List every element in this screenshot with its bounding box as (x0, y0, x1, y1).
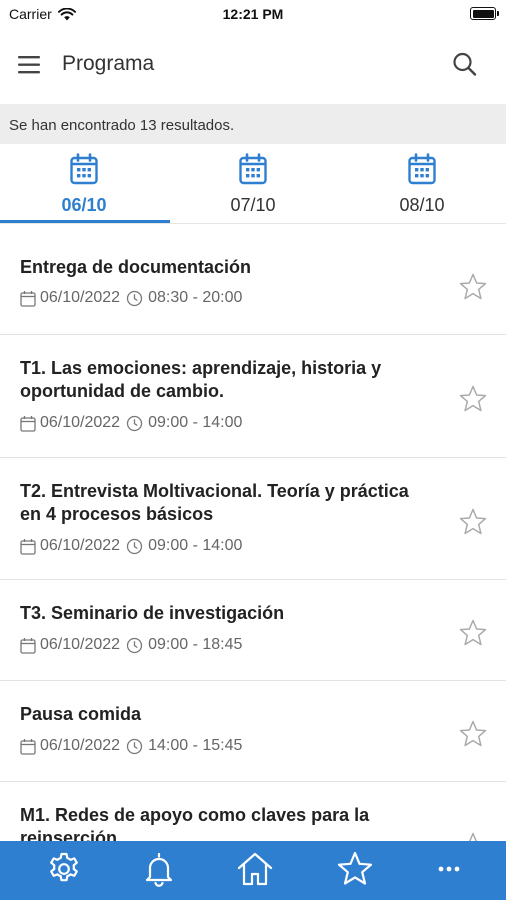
status-time: 12:21 PM (222, 6, 284, 22)
clock-icon (126, 290, 143, 306)
event-time: 09:00 - 14:00 (148, 414, 243, 431)
event-meta: 06/10/2022 08:30 - 20:00 (20, 289, 242, 307)
favorite-star-icon[interactable] (458, 272, 488, 302)
event-meta: 06/10/2022 09:00 - 14:00 (20, 537, 242, 555)
bell-icon (145, 852, 173, 887)
event-title: M1. Redes de apoyo como claves para la r… (20, 805, 370, 841)
event-title: T3. Seminario de investigación (20, 603, 285, 623)
clock-icon (126, 738, 143, 754)
search-icon (453, 52, 477, 76)
calendar-small-icon (20, 637, 36, 654)
favorites-button[interactable] (336, 850, 374, 888)
menu-icon (18, 56, 40, 74)
event-list: Entrega de documentación 06/10/2022 08:3… (0, 234, 506, 841)
gear-icon (50, 852, 78, 882)
event-meta: 06/10/2022 14:00 - 15:45 (20, 737, 242, 755)
settings-button[interactable] (45, 850, 83, 888)
event-meta: 06/10/2022 09:00 - 14:00 (20, 414, 242, 432)
calendar-icon (70, 153, 98, 185)
event-title: Pausa comida (20, 704, 142, 724)
tab-07-10[interactable]: 07/10 (169, 144, 337, 224)
favorite-star-icon[interactable] (458, 831, 488, 841)
calendar-icon (408, 153, 436, 185)
event-item[interactable]: T2. Entrevista Moltivacional. Teoría y p… (0, 458, 506, 580)
favorite-star-icon[interactable] (458, 719, 488, 749)
event-meta: 06/10/2022 09:00 - 18:45 (20, 636, 242, 654)
event-date: 06/10/2022 (40, 537, 121, 554)
favorite-star-icon[interactable] (458, 384, 488, 414)
tab-06-10[interactable]: 06/10 (0, 144, 168, 224)
event-date: 06/10/2022 (40, 414, 121, 431)
event-time: 08:30 - 20:00 (148, 289, 243, 306)
event-time: 09:00 - 14:00 (148, 537, 243, 554)
date-tabs: 06/10 07/10 08/10 (0, 144, 506, 224)
event-date: 06/10/2022 (40, 737, 121, 754)
more-icon (438, 866, 460, 872)
event-title: Entrega de documentación (20, 257, 252, 277)
event-item[interactable]: Entrega de documentación 06/10/2022 08:3… (0, 234, 506, 335)
results-bar: Se han encontrado 13 resultados. (0, 104, 506, 144)
calendar-small-icon (20, 415, 36, 432)
event-date: 06/10/2022 (40, 289, 121, 306)
more-button[interactable] (430, 850, 468, 888)
menu-button[interactable] (14, 50, 46, 80)
calendar-small-icon (20, 738, 36, 755)
event-item[interactable]: T3. Seminario de investigación 06/10/202… (0, 580, 506, 681)
page-title: Programa (62, 52, 155, 75)
calendar-small-icon (20, 290, 36, 307)
battery-icon (470, 7, 499, 20)
event-item[interactable]: M1. Redes de apoyo como claves para la r… (0, 782, 506, 841)
favorite-star-icon[interactable] (458, 618, 488, 648)
star-icon (337, 851, 373, 885)
status-bar: Carrier 12:21 PM (0, 0, 506, 28)
battery-level (472, 9, 494, 18)
results-count-text: Se han encontrado 13 resultados. (9, 117, 235, 134)
tab-label: 07/10 (230, 195, 276, 215)
calendar-icon (239, 153, 267, 185)
tab-label: 08/10 (399, 195, 445, 215)
tab-08-10[interactable]: 08/10 (338, 144, 506, 224)
clock-icon (126, 538, 143, 554)
calendar-small-icon (20, 538, 36, 555)
event-title: T2. Entrevista Moltivacional. Teoría y p… (20, 481, 409, 524)
active-tab-indicator (0, 220, 170, 223)
event-item[interactable]: T1. Las emociones: aprendizaje, historia… (0, 335, 506, 458)
clock-icon (126, 415, 143, 431)
app-header: Programa (0, 28, 506, 104)
home-icon (237, 852, 273, 886)
bottom-nav (0, 841, 506, 900)
search-button[interactable] (450, 50, 480, 80)
clock-icon (126, 637, 143, 653)
event-item[interactable]: Pausa comida 06/10/2022 14:00 - 15:45 (0, 681, 506, 782)
event-title: T1. Las emociones: aprendizaje, historia… (20, 358, 382, 401)
home-button[interactable] (236, 850, 274, 888)
notifications-button[interactable] (140, 850, 178, 888)
event-time: 14:00 - 15:45 (148, 737, 243, 754)
favorite-star-icon[interactable] (458, 507, 488, 537)
tab-label: 06/10 (61, 195, 107, 215)
event-time: 09:00 - 18:45 (148, 636, 243, 653)
event-date: 06/10/2022 (40, 636, 121, 653)
